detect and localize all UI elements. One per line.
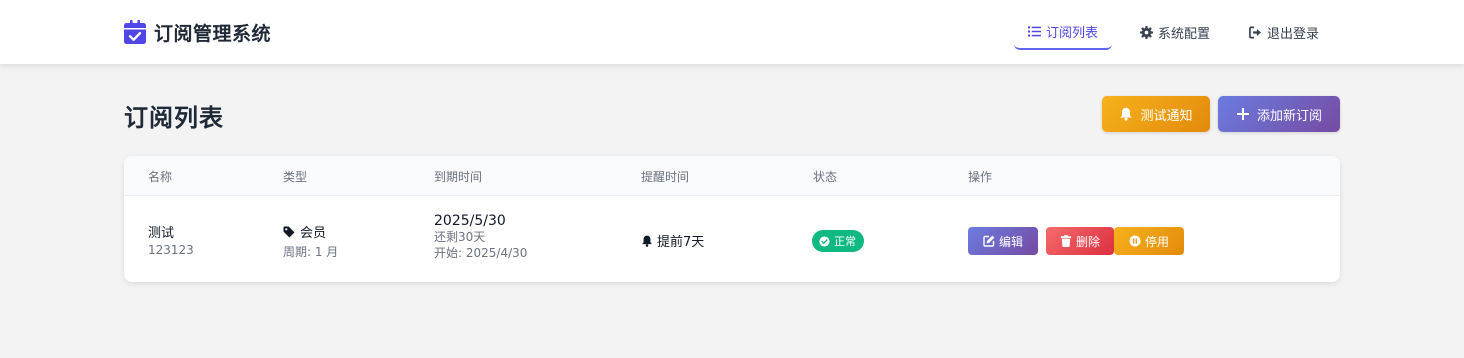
check-circle-icon	[819, 235, 830, 247]
cell-status: 正常	[812, 230, 864, 252]
cell-name: 测试 123123	[148, 222, 194, 257]
sign-out-icon	[1249, 26, 1262, 38]
gear-icon	[1140, 25, 1153, 39]
cell-type: 会员 周期: 1 月	[283, 222, 338, 260]
delete-button[interactable]: 删除	[1046, 227, 1114, 255]
nav-item-label: 系统配置	[1158, 26, 1211, 42]
bell-icon	[642, 235, 652, 247]
nav-item-subscriptions[interactable]: 订阅列表	[1014, 14, 1112, 50]
cell-actions: 编辑 删除 停用	[968, 227, 1184, 255]
expiry-date: 2025/5/30	[434, 213, 506, 229]
list-icon	[1027, 25, 1041, 37]
subscription-table: 名称 类型 到期时间 提醒时间 状态 操作 测试 123123 会员 周期: 1…	[124, 156, 1340, 282]
add-subscription-button[interactable]: 添加新订阅	[1218, 96, 1340, 132]
remaining-days: 还剩30天	[434, 230, 486, 244]
table-row: 测试 123123 会员 周期: 1 月 2025/5/30 还剩30天 开始:…	[124, 196, 1340, 282]
column-header-name: 名称	[148, 170, 173, 184]
bell-icon	[1120, 107, 1133, 121]
subscription-name: 测试	[148, 226, 175, 241]
add-subscription-label: 添加新订阅	[1256, 108, 1322, 124]
edit-icon	[983, 235, 995, 247]
column-header-expiry: 到期时间	[434, 170, 483, 184]
test-notification-button[interactable]: 测试通知	[1102, 96, 1210, 132]
plus-icon	[1236, 108, 1249, 120]
column-header-status: 状态	[813, 170, 838, 184]
edit-label: 编辑	[998, 234, 1023, 249]
nav-links: 订阅列表 系统配置 退出登录	[1014, 14, 1331, 50]
nav-item-settings[interactable]: 系统配置	[1128, 14, 1222, 50]
cell-expiry: 2025/5/30 还剩30天 开始: 2025/4/30	[434, 213, 527, 261]
pause-button[interactable]: 停用	[1114, 227, 1184, 255]
subscription-period: 周期: 1 月	[283, 245, 339, 259]
start-date: 开始: 2025/4/30	[434, 246, 528, 260]
trash-icon	[1060, 235, 1072, 247]
nav-item-logout[interactable]: 退出登录	[1237, 14, 1331, 50]
app-title: 订阅管理系统	[154, 22, 272, 45]
delete-label: 删除	[1075, 234, 1100, 249]
column-header-actions: 操作	[968, 170, 993, 184]
subscription-type: 会员	[300, 226, 327, 241]
nav-item-label: 订阅列表	[1045, 25, 1098, 41]
column-header-type: 类型	[283, 170, 308, 184]
cell-reminder: 提前7天	[641, 231, 704, 250]
status-badge: 正常	[812, 230, 864, 252]
nav-item-label: 退出登录	[1267, 26, 1320, 42]
page-title: 订阅列表	[124, 104, 224, 132]
brand[interactable]: 订阅管理系统	[124, 20, 272, 45]
pause-circle-icon	[1129, 235, 1141, 247]
pause-label: 停用	[1144, 234, 1169, 249]
edit-button[interactable]: 编辑	[968, 227, 1038, 255]
table-header: 名称 类型 到期时间 提醒时间 状态 操作	[124, 156, 1340, 196]
tag-icon	[283, 226, 295, 237]
status-text: 正常	[834, 235, 856, 248]
navbar: 订阅管理系统 订阅列表 系统配置 退出登录	[0, 0, 1464, 64]
calendar-check-icon	[124, 20, 146, 44]
column-header-reminder: 提醒时间	[641, 170, 690, 184]
test-notification-label: 测试通知	[1140, 108, 1193, 124]
reminder-text: 提前7天	[657, 235, 705, 250]
subscription-note: 123123	[148, 243, 194, 257]
